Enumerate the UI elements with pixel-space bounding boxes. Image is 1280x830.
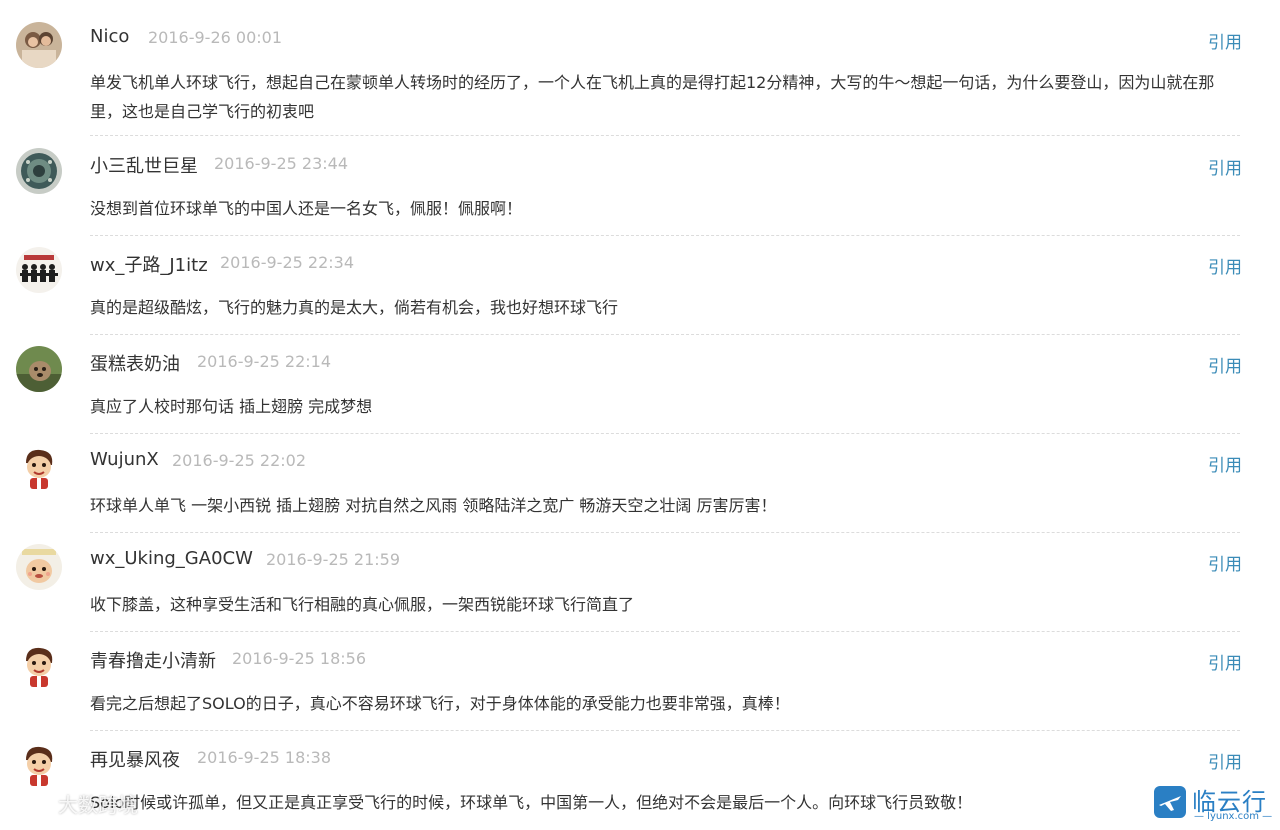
username[interactable]: WujunX [90,449,159,470]
comment-item: 青春撸走小清新 2016-9-25 18:56 引用 看完之后想起了SOLO的日… [0,621,1280,731]
comment-text: 看完之后想起了SOLO的日子，真心不容易环球飞行，对于身体体能的承受能力也要非常… [90,694,790,713]
comment-item: wx_Uking_GA0CW 2016-9-25 21:59 引用 收下膝盖，这… [0,522,1280,632]
timestamp: 2016-9-25 22:02 [172,451,306,470]
comment-text: Solo时候或许孤单，但又正是真正享受飞行的时候，环球单飞，中国第一人，但绝对不… [90,793,973,812]
cartoon-boy-icon [16,742,62,788]
comment-text: 真的是超级酷炫，飞行的魅力真的是太大，倘若有机会，我也好想环球飞行 [90,298,619,317]
timestamp: 2016-9-25 22:34 [220,253,354,272]
avatar[interactable] [16,742,62,788]
quote-button[interactable]: 引用 [1208,550,1242,575]
username[interactable]: 再见暴风夜 [90,746,180,772]
comment-item: Nico 2016-9-26 00:01 引用 单发飞机单人环球飞行，想起自己在… [0,0,1280,136]
timestamp: 2016-9-26 00:01 [148,28,282,47]
comment-page: Nico 2016-9-26 00:01 引用 单发飞机单人环球飞行，想起自己在… [0,0,1280,830]
quote-button[interactable]: 引用 [1208,352,1242,377]
watermark-right: 临云行 — lyunx.com — [1152,782,1274,824]
cartoon-boy-icon [16,445,62,491]
timestamp: 2016-9-25 23:44 [214,154,348,173]
comment-text: 收下膝盖，这种享受生活和飞行相融的真心佩服，一架西锐能环球飞行简直了 [90,595,635,614]
username[interactable]: wx_子路_J1itz [90,251,208,277]
avatar[interactable] [16,544,62,590]
avatar[interactable] [16,247,62,293]
watermark-right-url: — lyunx.com — [1194,811,1273,822]
cartoon-baby-icon [16,544,62,590]
comment-text: 环球单人单飞 一架小西锐 插上翅膀 对抗自然之风雨 领略陆洋之宽广 畅游天空之壮… [90,496,777,515]
comment-text: 单发飞机单人环球飞行，想起自己在蒙顿单人转场时的经历了，一个人在飞机上真的是得打… [90,73,1215,121]
plane-logo-icon [1154,786,1186,818]
timestamp: 2016-9-25 18:38 [197,748,331,767]
quote-button[interactable]: 引用 [1208,253,1242,278]
timestamp: 2016-9-25 21:59 [266,550,400,569]
comment-item: WujunX 2016-9-25 22:02 引用 环球单人单飞 一架小西锐 插… [0,423,1280,533]
quote-button[interactable]: 引用 [1208,649,1242,674]
watermark-left: 大数跨境 [6,786,138,820]
username[interactable]: Nico [90,26,129,47]
quote-button[interactable]: 引用 [1208,154,1242,179]
avatar[interactable] [16,445,62,491]
comment-item: 再见暴风夜 2016-9-25 18:38 引用 Solo时候或许孤单，但又正是… [0,720,1280,819]
comment-text: 真应了人校时那句话 插上翅膀 完成梦想 [90,397,373,416]
avatar-photo-icon [16,22,62,68]
avatar[interactable] [16,643,62,689]
watermark-logo-icon [6,793,52,813]
timestamp: 2016-9-25 18:56 [232,649,366,668]
username[interactable]: 小三乱世巨星 [90,152,198,178]
quote-button[interactable]: 引用 [1208,748,1242,773]
cartoon-boy-icon [16,643,62,689]
avatar[interactable] [16,22,62,68]
gem-crest-icon [16,148,62,194]
comment-text: 没想到首位环球单飞的中国人还是一名女飞，佩服！佩服啊！ [90,199,523,218]
timestamp: 2016-9-25 22:14 [197,352,331,371]
quote-button[interactable]: 引用 [1208,28,1242,53]
comment-item: 小三乱世巨星 2016-9-25 23:44 引用 没想到首位环球单飞的中国人还… [0,126,1280,236]
avatar[interactable] [16,148,62,194]
watermark-left-text: 大数跨境 [58,792,138,817]
username[interactable]: 蛋糕表奶油 [90,350,180,376]
dog-photo-icon [16,346,62,392]
username[interactable]: wx_Uking_GA0CW [90,548,253,569]
avatar[interactable] [16,346,62,392]
username[interactable]: 青春撸走小清新 [90,647,216,673]
paper-people-icon [16,247,62,293]
comment-item: 蛋糕表奶油 2016-9-25 22:14 引用 真应了人校时那句话 插上翅膀 … [0,324,1280,434]
comment-item: wx_子路_J1itz 2016-9-25 22:34 引用 真的是超级酷炫，飞… [0,225,1280,335]
quote-button[interactable]: 引用 [1208,451,1242,476]
